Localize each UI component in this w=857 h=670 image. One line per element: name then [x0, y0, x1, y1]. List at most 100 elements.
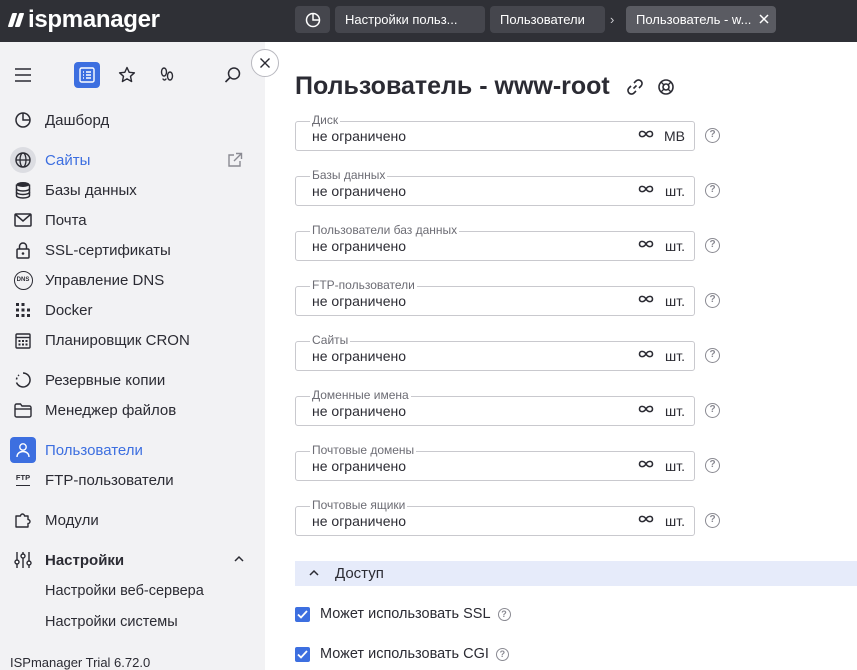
dashboard-icon: [305, 12, 320, 27]
help-icon[interactable]: ?: [705, 348, 720, 363]
sidebar-item-ssl[interactable]: SSL-сертификаты: [10, 235, 255, 265]
section-title: Доступ: [335, 565, 384, 582]
infinity-icon[interactable]: [638, 184, 654, 194]
sidebar-item-label: Сайты: [45, 151, 91, 169]
infinity-icon[interactable]: [638, 459, 654, 469]
disk-limit-input[interactable]: [312, 128, 612, 144]
infinity-icon[interactable]: [638, 239, 654, 249]
cgi-permission-checkbox[interactable]: [295, 646, 310, 662]
sidebar: Дашборд Сайты Базы данных Почта SSL-серт…: [0, 42, 265, 670]
breadcrumb-dashboard-button[interactable]: [295, 6, 330, 33]
field-label: Почтовые домены: [310, 443, 417, 457]
mail-icon: [10, 207, 36, 233]
breadcrumb-current-user[interactable]: Пользователь - w...: [626, 6, 776, 33]
sidebar-subitem-webserver-settings[interactable]: Настройки веб-сервера: [45, 583, 204, 599]
sidebar-item-label: Модули: [45, 511, 99, 529]
infinity-icon[interactable]: [638, 404, 654, 414]
mailboxes-limit-input[interactable]: [312, 513, 612, 529]
infinity-icon[interactable]: [638, 514, 654, 524]
breadcrumb-user-settings[interactable]: Настройки польз...: [335, 6, 485, 33]
breadcrumb-users[interactable]: Пользователи: [490, 6, 605, 33]
sidebar-item-dns[interactable]: DNS Управление DNS: [10, 265, 255, 295]
sidebar-item-file-manager[interactable]: Менеджер файлов: [10, 395, 255, 425]
ftp-users-limit-input[interactable]: [312, 293, 612, 309]
search-button[interactable]: [220, 62, 246, 88]
chevron-up-icon[interactable]: [233, 553, 245, 565]
sidebar-item-label: Базы данных: [45, 181, 137, 199]
db-users-limit-field: Пользователи баз данных шт.: [295, 223, 695, 261]
infinity-icon[interactable]: [638, 294, 654, 304]
mail-domains-limit-input[interactable]: [312, 458, 612, 474]
help-icon[interactable]: ?: [705, 293, 720, 308]
footprints-icon: [160, 67, 174, 81]
sidebar-item-label: Docker: [45, 301, 93, 319]
access-section-header[interactable]: Доступ: [295, 561, 857, 586]
user-icon: [10, 437, 36, 463]
sidebar-item-label: Планировщик CRON: [45, 331, 190, 349]
close-icon: [260, 58, 270, 68]
db-users-limit-input[interactable]: [312, 238, 612, 254]
help-icon[interactable]: ?: [705, 128, 720, 143]
sidebar-item-backups[interactable]: Резервные копии: [10, 365, 255, 395]
sidebar-item-databases[interactable]: Базы данных: [10, 175, 255, 205]
unit-label: MB: [664, 128, 685, 144]
menu-icon: [15, 68, 31, 82]
field-label: Сайты: [310, 333, 351, 347]
sidebar-item-dashboard[interactable]: Дашборд: [10, 105, 255, 135]
help-icon[interactable]: ?: [705, 183, 720, 198]
field-label: Почтовые ящики: [310, 498, 408, 512]
sidebar-item-ftp-users[interactable]: FTP FTP-пользователи: [10, 465, 255, 495]
ftp-icon: FTP: [10, 467, 36, 493]
sidebar-item-mail[interactable]: Почта: [10, 205, 255, 235]
sidebar-item-modules[interactable]: Модули: [10, 505, 255, 535]
database-icon: [10, 177, 36, 203]
support-icon[interactable]: [657, 78, 675, 96]
close-panel-button[interactable]: [251, 49, 279, 77]
sidebar-item-sites[interactable]: Сайты: [10, 145, 255, 175]
menu-toggle-button[interactable]: [10, 62, 36, 88]
databases-limit-input[interactable]: [312, 183, 612, 199]
field-label: Диск: [310, 113, 341, 127]
close-tab-icon[interactable]: [757, 12, 771, 26]
history-button[interactable]: [154, 62, 180, 88]
page-title: Пользователь - www-root: [295, 72, 610, 100]
help-icon[interactable]: ?: [705, 238, 720, 253]
sidebar-item-cron[interactable]: Планировщик CRON: [10, 325, 255, 355]
sites-limit-field: Сайты шт.: [295, 333, 695, 371]
lock-icon: [10, 237, 36, 263]
sidebar-item-users[interactable]: Пользователи: [10, 435, 255, 465]
infinity-icon[interactable]: [638, 129, 654, 139]
search-icon: [224, 67, 241, 83]
sites-limit-input[interactable]: [312, 348, 612, 364]
help-icon[interactable]: ?: [497, 607, 511, 621]
sidebar-item-docker[interactable]: Docker: [10, 295, 255, 325]
open-external-icon[interactable]: [227, 152, 243, 168]
list-view-button[interactable]: [74, 62, 100, 88]
sidebar-item-label: Менеджер файлов: [45, 401, 177, 419]
checkbox-label: Может использовать CGI: [320, 646, 489, 662]
mailboxes-limit-field: Почтовые ящики шт.: [295, 498, 695, 536]
sidebar-subitem-system-settings[interactable]: Настройки системы: [45, 614, 178, 630]
unit-label: шт.: [665, 238, 685, 254]
checkbox-label: Может использовать SSL: [320, 606, 491, 622]
star-icon: [118, 66, 136, 83]
ssl-permission-checkbox[interactable]: [295, 606, 310, 622]
checkmark-icon: [297, 609, 308, 619]
logo[interactable]: ispmanager: [7, 6, 160, 34]
help-icon[interactable]: ?: [495, 647, 509, 661]
backup-icon: [10, 367, 36, 393]
favorites-button[interactable]: [114, 62, 140, 88]
domains-limit-input[interactable]: [312, 403, 612, 419]
help-icon[interactable]: ?: [705, 513, 720, 528]
sidebar-item-label: Пользователи: [45, 441, 143, 459]
puzzle-icon: [10, 507, 36, 533]
link-icon[interactable]: [626, 78, 644, 96]
help-icon[interactable]: ?: [705, 403, 720, 418]
sidebar-item-settings[interactable]: Настройки: [10, 545, 255, 575]
help-icon[interactable]: ?: [705, 458, 720, 473]
infinity-icon[interactable]: [638, 349, 654, 359]
sidebar-item-label: Дашборд: [45, 111, 110, 129]
disk-limit-field: Диск MB: [295, 113, 695, 151]
docker-icon: [10, 297, 36, 323]
domains-limit-field: Доменные имена шт.: [295, 388, 695, 426]
